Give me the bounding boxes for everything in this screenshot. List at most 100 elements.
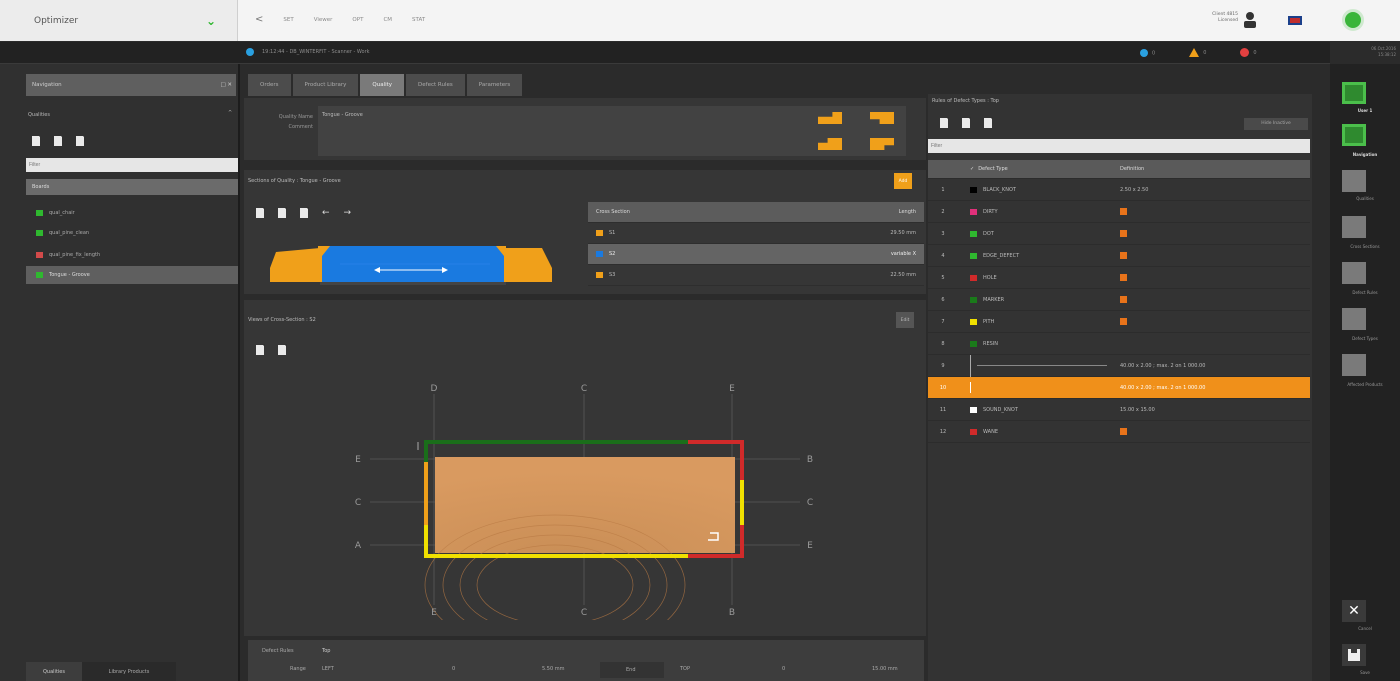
power-icon[interactable]	[1342, 9, 1364, 31]
table-row[interactable]: 4 EDGE_DEFECT	[928, 245, 1310, 267]
collapse-icon[interactable]: ^	[228, 110, 232, 116]
end-side[interactable]: TOP	[680, 666, 690, 672]
new-document-icon[interactable]	[256, 344, 265, 355]
table-row[interactable]: 2 DIRTY	[928, 201, 1310, 223]
list-item[interactable]: qual_pine_clean	[26, 224, 238, 242]
new-document-icon[interactable]	[32, 135, 41, 146]
defect-rules-value[interactable]: Top	[322, 648, 330, 654]
copy-document-icon[interactable]	[278, 207, 287, 218]
paste-document-icon[interactable]	[984, 117, 993, 128]
hide-inactive-toggle[interactable]: Hide Inactive	[1244, 118, 1308, 130]
tab-qualities[interactable]: Qualities	[26, 662, 82, 681]
move-right-icon[interactable]: →	[344, 208, 352, 218]
copy-document-icon[interactable]	[54, 135, 63, 146]
tab-defect-rules[interactable]: Defect Rules	[406, 74, 465, 96]
chevron-down-icon[interactable]: ⌄	[206, 14, 216, 28]
warning-indicator[interactable]: 0	[1189, 48, 1206, 57]
inactive-rule-icon[interactable]	[1120, 428, 1127, 435]
list-item-selected[interactable]: Tongue - Groove	[26, 266, 238, 284]
navigation-bottom-tabs: Qualities Library Products	[26, 662, 176, 681]
table-row[interactable]: 7 PITH	[928, 311, 1310, 333]
user-1-button[interactable]	[1342, 82, 1366, 104]
table-row[interactable]: 6 MARKER	[928, 289, 1310, 311]
nav-viewer[interactable]: Viewer	[314, 17, 333, 23]
defect-rules-button[interactable]	[1342, 262, 1366, 284]
end-zero[interactable]: 0	[782, 666, 785, 672]
add-section-button[interactable]: Add	[894, 173, 912, 189]
save-button[interactable]	[1342, 644, 1366, 666]
error-indicator[interactable]: 0	[1240, 48, 1257, 57]
back-arrow-icon[interactable]: <	[255, 14, 263, 25]
list-item[interactable]: qual_chair	[26, 204, 238, 222]
nav-opt[interactable]: OPT	[352, 17, 363, 23]
tab-quality[interactable]: Quality	[360, 74, 405, 96]
table-row[interactable]: 11 SOUND_KNOT 15.00 x 15.00	[928, 399, 1310, 421]
tab-orders[interactable]: Orders	[248, 74, 291, 96]
cross-sections-button[interactable]	[1342, 216, 1366, 238]
table-row[interactable]: 8 RESIN	[928, 333, 1310, 355]
list-item[interactable]: qual_pine_fix_length	[26, 246, 238, 264]
inactive-rule-icon[interactable]	[1120, 230, 1127, 237]
inactive-rule-icon[interactable]	[1120, 208, 1127, 215]
range-label: Range	[290, 666, 306, 672]
tab-product-library[interactable]: Product Library	[292, 74, 359, 96]
qualities-button[interactable]	[1342, 170, 1366, 192]
table-row[interactable]: 1 BLACK_KNOT 2.50 x 2.50	[928, 179, 1310, 201]
new-document-icon[interactable]	[256, 207, 265, 218]
info-indicator[interactable]: 0	[1140, 48, 1155, 57]
col-header-definition[interactable]: Definition	[1108, 166, 1310, 172]
app-selector[interactable]: Optimizer ⌄	[0, 0, 238, 41]
inactive-rule-icon[interactable]	[1120, 252, 1127, 259]
save-icon	[1348, 649, 1360, 661]
col-header-type[interactable]: ✓ Defect Type	[958, 166, 1108, 172]
navigation-button[interactable]	[1342, 124, 1366, 146]
clock: 06.Oct.2016 15:38:12	[1336, 46, 1396, 58]
group-header[interactable]: Boards	[26, 179, 238, 195]
table-row[interactable]: 5 HOLE	[928, 267, 1310, 289]
end-value[interactable]: 15.00 mm	[872, 666, 898, 672]
inactive-rule-icon[interactable]	[1120, 274, 1127, 281]
quality-name-field[interactable]	[318, 106, 906, 156]
nav-stat[interactable]: STAT	[412, 17, 425, 23]
cell-section: S2	[588, 251, 844, 257]
inactive-rule-icon[interactable]	[1120, 318, 1127, 325]
window-controls[interactable]: □ ✕	[220, 82, 232, 88]
table-row[interactable]: 12 WANE	[928, 421, 1310, 443]
inactive-rule-icon[interactable]	[1120, 296, 1127, 303]
status-swatch	[36, 230, 43, 236]
table-row-selected[interactable]: 10 40.00 x 2.00 ; max. 2 on 1 000.00	[928, 377, 1310, 399]
user-icon[interactable]	[1242, 11, 1258, 29]
range-zero[interactable]: 0	[452, 666, 455, 672]
qualities-filter-input[interactable]	[26, 158, 238, 172]
cell-type: SOUND_KNOT	[958, 406, 1108, 413]
paste-document-icon[interactable]	[76, 135, 85, 146]
uk-flag-icon[interactable]	[1288, 16, 1302, 25]
range-side[interactable]: LEFT	[322, 666, 334, 672]
sections-table: Cross Section Length S1 29.50 mm S2 vari…	[588, 202, 924, 286]
nav-set[interactable]: SET	[283, 17, 293, 23]
rules-filter-input[interactable]	[928, 139, 1310, 153]
table-row[interactable]: S3 22.50 mm	[588, 265, 924, 286]
paste-document-icon[interactable]	[300, 207, 309, 218]
copy-document-icon[interactable]	[962, 117, 971, 128]
range-value[interactable]: 5.50 mm	[542, 666, 564, 672]
defect-types-button[interactable]	[1342, 308, 1366, 330]
quality-labels: Quality Name Comment	[248, 112, 313, 132]
nav-cm[interactable]: CM	[383, 17, 392, 23]
license-info: Client 4815 Licensed	[1208, 12, 1238, 24]
tab-parameters[interactable]: Parameters	[466, 74, 523, 96]
view-label-right-3: E	[807, 541, 813, 551]
affected-products-button[interactable]	[1342, 354, 1366, 376]
tab-library-products[interactable]: Library Products	[82, 662, 176, 681]
col-header-section[interactable]: Cross Section	[588, 209, 844, 215]
table-row-selected[interactable]: S2 variable X	[588, 244, 924, 265]
copy-document-icon[interactable]	[278, 344, 287, 355]
table-row[interactable]: 9 40.00 x 2.00 ; max. 2 on 1 000.00	[928, 354, 1310, 377]
table-row[interactable]: S1 29.50 mm	[588, 223, 924, 244]
cancel-button[interactable]: ✕	[1342, 600, 1366, 622]
move-left-icon[interactable]: ←	[322, 208, 330, 218]
new-document-icon[interactable]	[940, 117, 949, 128]
edit-view-button[interactable]: Edit	[896, 312, 914, 328]
col-header-length[interactable]: Length	[844, 209, 924, 215]
table-row[interactable]: 3 DOT	[928, 223, 1310, 245]
